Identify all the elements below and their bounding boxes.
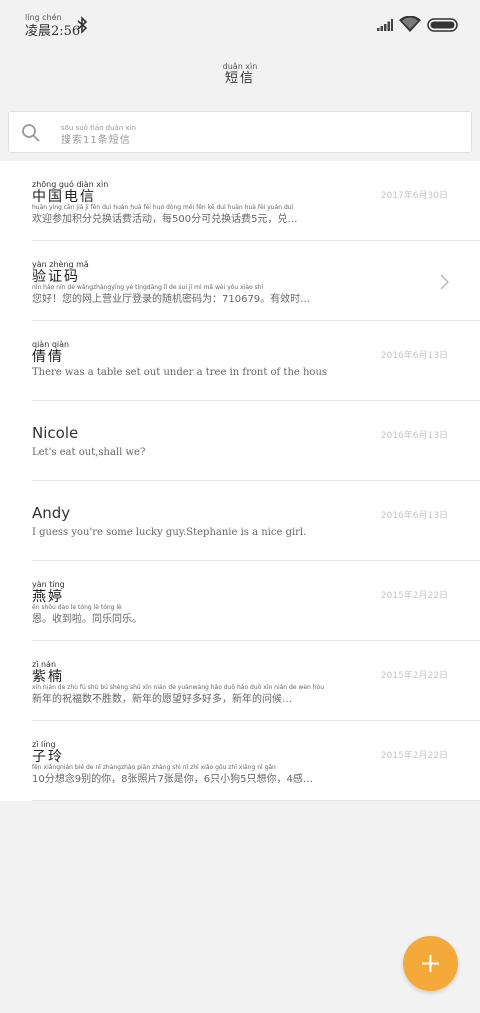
message-list: zhōng guó diàn xìn 中国电信 huān yíng cān ji…	[0, 161, 480, 801]
signal-icon	[377, 19, 393, 31]
list-item[interactable]: zhōng guó diàn xìn 中国电信 huān yíng cān ji…	[0, 161, 480, 241]
contact-name: 倩倩	[32, 349, 64, 365]
message-snippet: Let's eat out,shall we?	[32, 447, 146, 458]
list-item[interactable]: Nicole Let's eat out,shall we? 2016年6月13…	[0, 401, 480, 481]
chevron-right-icon[interactable]	[440, 274, 450, 290]
divider	[32, 800, 480, 801]
bluetooth-icon	[77, 16, 88, 34]
message-snippet: 恩。收到啦。同乐同乐。	[32, 614, 142, 625]
message-snippet: 10分想念9别的你，8张照片7张是你，6只小狗5只想你，4感…	[32, 774, 313, 785]
list-item[interactable]: qiàn qiàn 倩倩 There was a table set out u…	[0, 321, 480, 401]
message-snippet: 欢迎参加积分兑换话费活动，每500分可兑换话费5元，兑…	[32, 214, 298, 225]
page-title: duǎn xìn 短信	[0, 62, 480, 86]
contact-name: 中国电信	[32, 189, 96, 205]
message-date: 2017年6月30日	[380, 191, 448, 201]
message-snippet: I guess you're some lucky guy.Stephanie …	[32, 527, 307, 538]
battery-icon	[427, 18, 458, 32]
message-date: 2015年2月22日	[380, 751, 448, 761]
list-item[interactable]: yàn zhèng mǎ 验证码 nín hǎo nín de wǎngzhàn…	[0, 241, 480, 321]
list-item[interactable]: Andy I guess you're some lucky guy.Steph…	[0, 481, 480, 561]
list-item[interactable]: yàn tíng 燕婷 ēn shōu dào le tóng lè tóng …	[0, 561, 480, 641]
contact-name: 子玲	[32, 749, 64, 765]
search-icon	[22, 124, 40, 142]
contact-name: 验证码	[32, 269, 80, 285]
contact-name: Nicole	[32, 424, 79, 442]
contact-name: Andy	[32, 504, 71, 522]
search-input[interactable]: sōu suǒ tiáo duǎn xìn 搜索11条短信	[8, 111, 472, 153]
add-message-button[interactable]	[403, 936, 458, 991]
status-time: 凌晨2:56	[25, 24, 81, 39]
message-date: 2015年2月22日	[380, 591, 448, 601]
message-date: 2016年6月13日	[380, 431, 448, 441]
message-date: 2016年6月13日	[380, 511, 448, 521]
message-snippet: There was a table set out under a tree i…	[32, 367, 328, 378]
message-date: 2016年6月13日	[380, 351, 448, 361]
list-item[interactable]: zǐ nán 紫楠 xīn nián de zhù fú shù bú shèn…	[0, 641, 480, 721]
wifi-icon	[399, 16, 421, 32]
message-snippet: 新年的祝福数不胜数，新年的愿望好多好多，新年的问候…	[32, 694, 292, 705]
contact-name: 燕婷	[32, 589, 64, 605]
contact-name: 紫楠	[32, 669, 64, 685]
message-date: 2015年2月22日	[380, 671, 448, 681]
page-title-text: 短信	[224, 71, 255, 86]
search-placeholder: 搜索11条短信	[61, 135, 131, 146]
status-bar: líng chén 凌晨2:56	[0, 0, 480, 50]
message-snippet: 您好！您的网上营业厅登录的随机密码为：710679。有效时…	[32, 294, 311, 305]
list-item[interactable]: zǐ líng 子玲 fēn xiǎngnián bié de nǐ zhàng…	[0, 721, 480, 801]
plus-icon	[422, 955, 439, 972]
